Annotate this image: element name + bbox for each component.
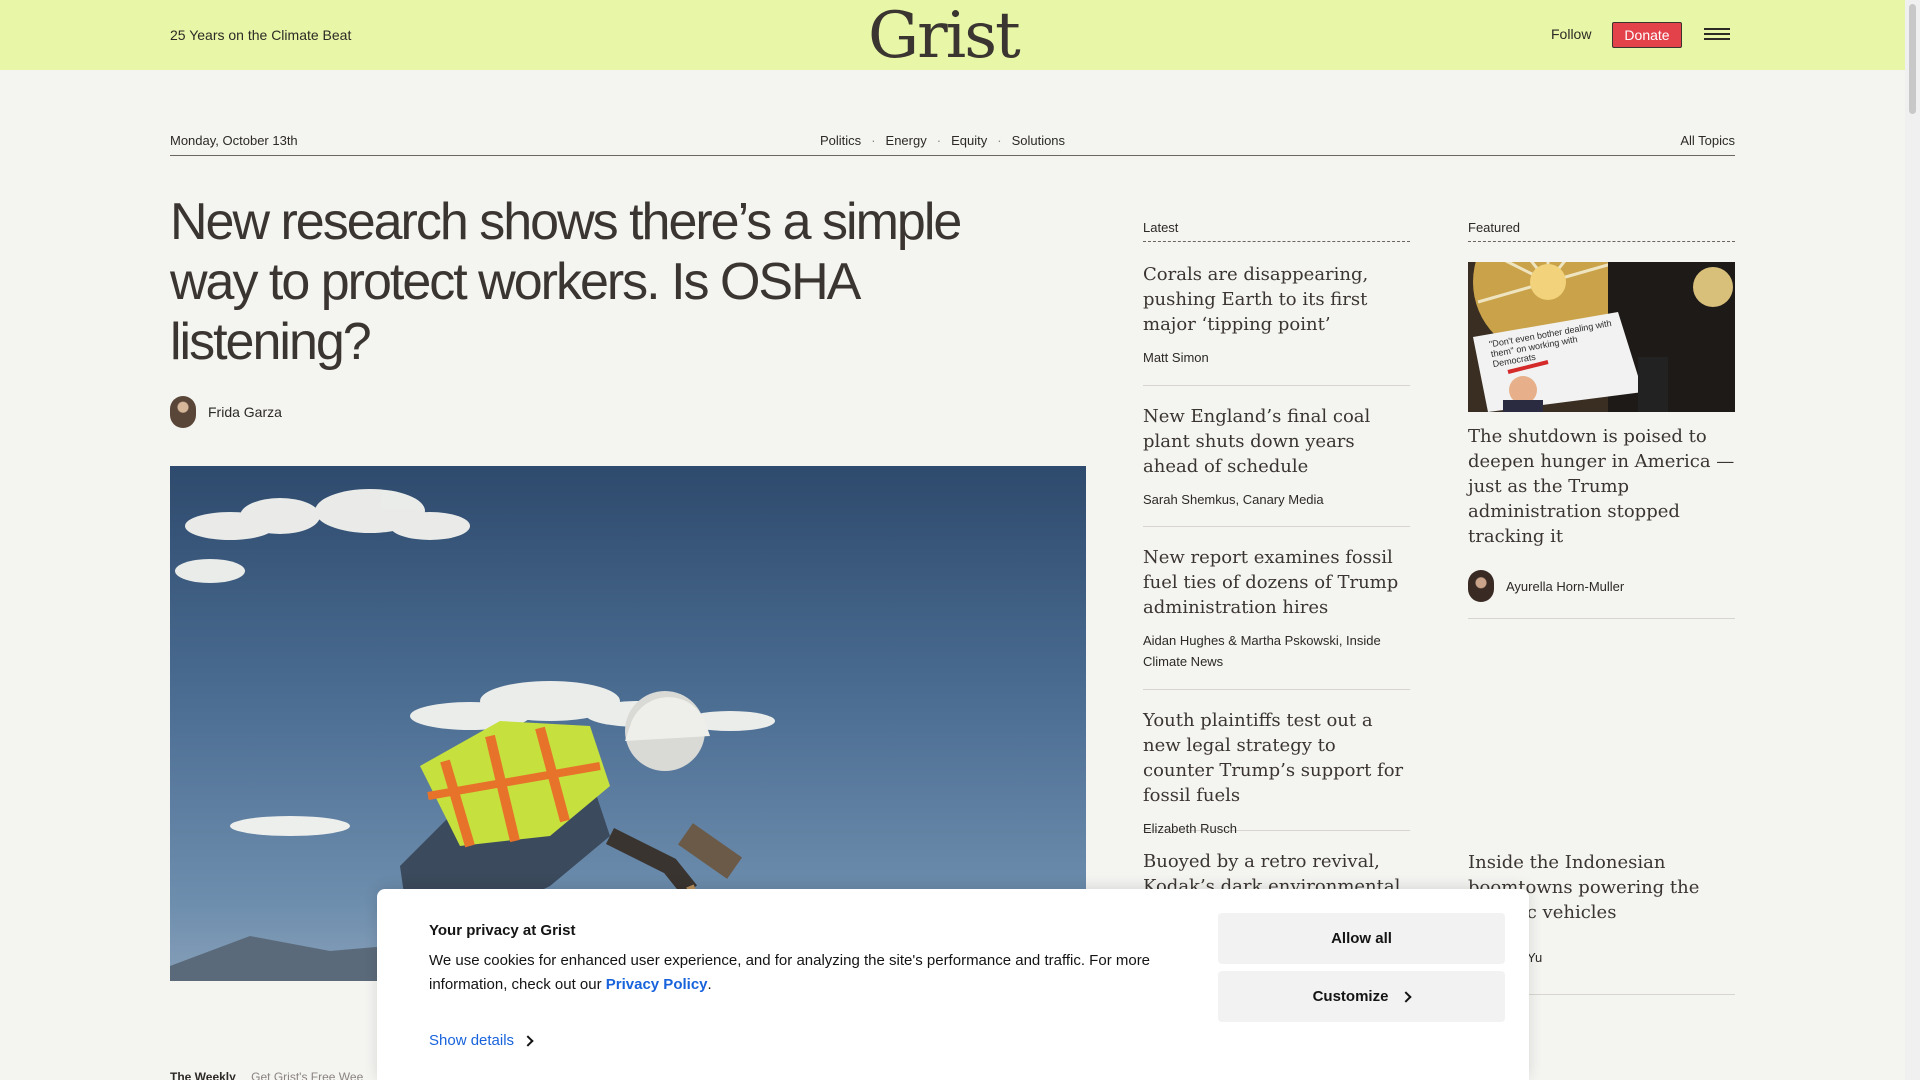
cookie-text: We use cookies for enhanced user experie… — [429, 949, 1189, 997]
divider — [1468, 618, 1735, 619]
topic-separator: · — [871, 133, 876, 148]
newsletter-strip: The Weekly Get Grist's Free Wee — [170, 1070, 363, 1080]
cookie-consent-banner: Your privacy at Grist We use cookies for… — [377, 889, 1529, 1080]
topic-nav: Monday, October 13th Politics · Energy ·… — [170, 130, 1735, 156]
topic-separator: · — [997, 133, 1002, 148]
latest-item-title[interactable]: New report examines fossil fuel ties of … — [1143, 545, 1410, 620]
author-avatar — [1468, 570, 1494, 602]
latest-item[interactable]: New report examines fossil fuel ties of … — [1143, 545, 1410, 690]
featured-item-byline[interactable]: Ayurella Horn-Muller — [1506, 579, 1624, 594]
latest-item-byline[interactable]: Matt Simon — [1143, 347, 1410, 368]
latest-item-byline[interactable]: Elizabeth Rusch — [1143, 818, 1410, 839]
author-name[interactable]: Frida Garza — [208, 404, 282, 420]
privacy-policy-link[interactable]: Privacy Policy — [606, 976, 708, 993]
topic-solutions[interactable]: Solutions — [1012, 133, 1065, 148]
latest-item[interactable]: Youth plaintiffs test out a new legal st… — [1143, 708, 1410, 836]
chevron-right-icon — [1400, 990, 1413, 1003]
latest-item[interactable]: Corals are disappearing, pushing Earth t… — [1143, 262, 1410, 386]
newsletter-text[interactable]: Get Grist's Free Wee — [251, 1070, 363, 1080]
all-topics-link[interactable]: All Topics — [1680, 133, 1735, 148]
show-details-label[interactable]: Show details — [429, 1032, 514, 1049]
cookie-text-body: We use cookies for enhanced user experie… — [429, 952, 1151, 993]
article-headline: New research shows there’s a simple way … — [170, 193, 962, 371]
site-header: 25 Years on the Climate Beat Grist Follo… — [0, 0, 1905, 70]
topic-list: Politics · Energy · Equity · Solutions — [820, 133, 1065, 148]
show-details-toggle[interactable]: Show details — [429, 1032, 534, 1049]
latest-item-byline[interactable]: Sarah Shemkus, Canary Media — [1143, 489, 1410, 510]
scrollbar[interactable] — [1905, 0, 1920, 1080]
featured-item-title[interactable]: The shutdown is poised to deepen hunger … — [1468, 424, 1735, 549]
allow-all-label: Allow all — [1331, 930, 1392, 947]
article-author[interactable]: Frida Garza — [170, 396, 282, 428]
chevron-right-icon — [522, 1034, 534, 1047]
featured-image[interactable]: "Don't even bother dealing with them" on… — [1468, 262, 1735, 412]
allow-all-button[interactable]: Allow all — [1218, 913, 1505, 964]
scrollbar-thumb[interactable] — [1909, 4, 1916, 114]
latest-heading: Latest — [1143, 220, 1410, 242]
current-date: Monday, October 13th — [170, 133, 298, 148]
newsletter-label: The Weekly — [170, 1070, 236, 1080]
topic-politics[interactable]: Politics — [820, 133, 861, 148]
cookie-title: Your privacy at Grist — [429, 922, 576, 939]
topic-equity[interactable]: Equity — [951, 133, 987, 148]
grist-logo[interactable]: Grist — [868, 2, 1021, 70]
latest-item-title[interactable]: Corals are disappearing, pushing Earth t… — [1143, 262, 1410, 337]
latest-item-title[interactable]: New England’s final coal plant shuts dow… — [1143, 404, 1410, 479]
author-avatar — [170, 396, 196, 428]
follow-link[interactable]: Follow — [1551, 26, 1591, 42]
featured-heading: Featured — [1468, 220, 1735, 242]
header-tagline[interactable]: 25 Years on the Climate Beat — [170, 27, 351, 43]
menu-icon[interactable] — [1704, 28, 1730, 42]
topic-separator: · — [936, 133, 942, 148]
latest-item[interactable]: New England’s final coal plant shuts dow… — [1143, 404, 1410, 527]
customize-label: Customize — [1312, 988, 1389, 1005]
cookie-text-end: . — [707, 976, 712, 993]
featured-item-author[interactable]: Ayurella Horn-Muller — [1468, 570, 1624, 602]
latest-item-title[interactable]: Youth plaintiffs test out a new legal st… — [1143, 708, 1410, 808]
topic-energy[interactable]: Energy — [886, 133, 927, 148]
donate-button[interactable]: Donate — [1612, 22, 1682, 48]
customize-button[interactable]: Customize — [1218, 971, 1505, 1022]
latest-item-byline[interactable]: Aidan Hughes & Martha Pskowski, Inside C… — [1143, 630, 1410, 672]
